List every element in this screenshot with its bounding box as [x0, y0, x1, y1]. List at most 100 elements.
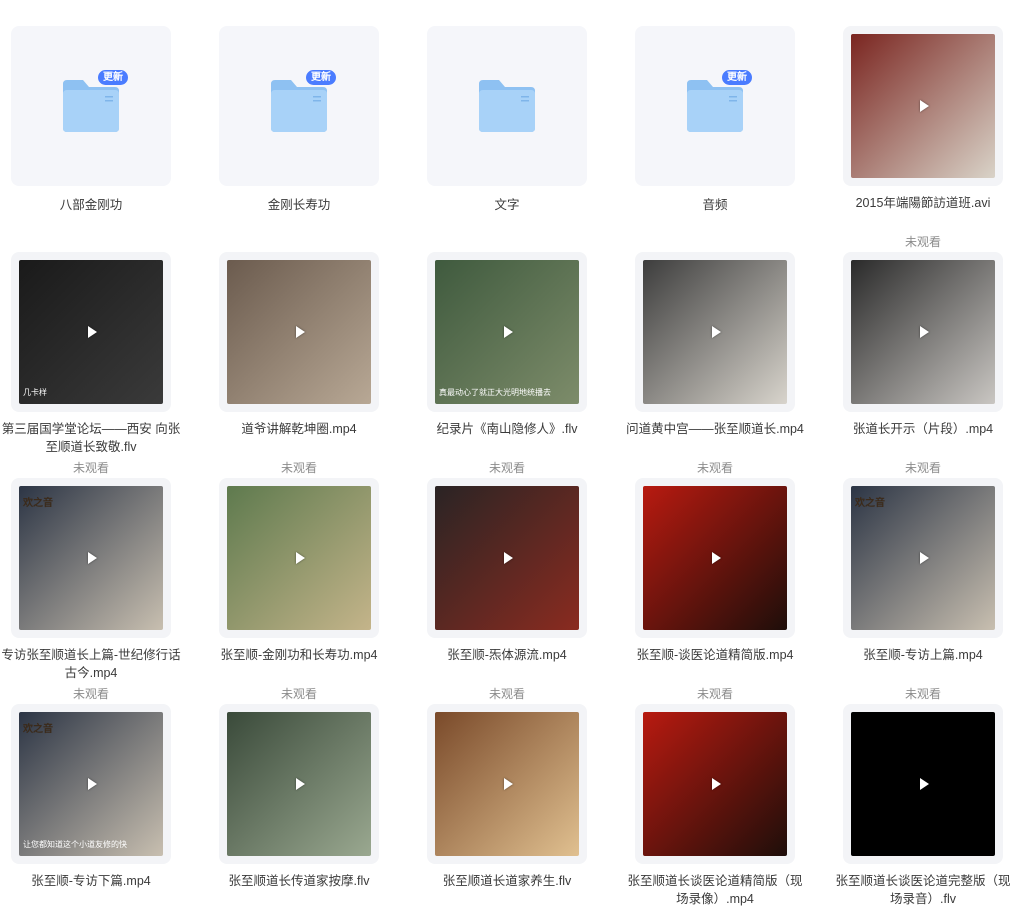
video-thumbnail[interactable]: [219, 704, 379, 864]
play-icon: [296, 552, 305, 564]
file-name[interactable]: 张至顺道长谈医论道精简版（现场录像）.mp4: [624, 872, 806, 908]
subtitle-text: 几卡样: [23, 388, 47, 397]
video-frame: 几卡样: [19, 260, 163, 404]
file-name[interactable]: 音频: [624, 196, 806, 214]
video-frame: [227, 712, 371, 856]
video-thumbnail[interactable]: [427, 704, 587, 864]
video-thumbnail[interactable]: 欢之音让您都知道这个小道友修的快: [11, 704, 171, 864]
subtitle-text: 让您都知道这个小道友修的快: [23, 840, 127, 849]
watch-status: 未观看: [488, 461, 525, 475]
folder-thumbnail[interactable]: 更新: [11, 26, 171, 186]
file-name[interactable]: 张至顺-专访下篇.mp4: [0, 872, 182, 890]
folder-item[interactable]: 更新 金刚长寿功: [208, 26, 408, 246]
folder-item[interactable]: 文字: [416, 26, 616, 246]
watch-status: 未观看: [72, 461, 109, 475]
folder-icon: [687, 80, 743, 132]
folder-thumbnail[interactable]: [427, 26, 587, 186]
video-item[interactable]: 张至顺道长道家养生.flv: [416, 704, 616, 924]
video-frame: [851, 260, 995, 404]
play-icon: [920, 100, 929, 112]
watch-status: 未观看: [280, 687, 317, 701]
file-name[interactable]: 文字: [416, 196, 598, 214]
video-item[interactable]: 张至顺-谈医论道精简版.mp4 未观看: [624, 478, 824, 701]
play-icon: [504, 778, 513, 790]
video-item[interactable]: 张至顺-炁体源流.mp4 未观看: [416, 478, 616, 701]
video-frame: [227, 486, 371, 630]
file-name[interactable]: 张至顺-谈医论道精简版.mp4: [624, 646, 806, 664]
play-icon: [88, 552, 97, 564]
folder-thumbnail[interactable]: 更新: [635, 26, 795, 186]
video-thumbnail[interactable]: 几卡样: [11, 252, 171, 412]
file-name[interactable]: 问道黄中宫——张至顺道长.mp4: [624, 420, 806, 438]
video-item[interactable]: 张道长开示（片段）.mp4 未观看: [832, 252, 1010, 475]
watch-status: 未观看: [904, 235, 941, 249]
video-item[interactable]: 问道黄中宫——张至顺道长.mp4 未观看: [624, 252, 824, 475]
video-thumbnail[interactable]: [635, 252, 795, 412]
file-name[interactable]: 纪录片《南山隐修人》.flv: [416, 420, 598, 438]
file-name[interactable]: 专访张至顺道长上篇-世纪修行话古今.mp4: [0, 646, 182, 682]
video-thumbnail[interactable]: [219, 478, 379, 638]
file-name[interactable]: 张道长开示（片段）.mp4: [832, 420, 1010, 438]
video-item[interactable]: 欢之音让您都知道这个小道友修的快张至顺-专访下篇.mp4: [0, 704, 200, 924]
file-name[interactable]: 张至顺-炁体源流.mp4: [416, 646, 598, 664]
video-frame: 欢之音: [851, 486, 995, 630]
video-frame: 欢之音让您都知道这个小道友修的快: [19, 712, 163, 856]
watermark-text: 欢之音: [23, 724, 53, 735]
file-name[interactable]: 张至顺道长谈医论道完整版（现场录音）.flv: [832, 872, 1010, 908]
play-icon: [88, 778, 97, 790]
video-item[interactable]: 欢之音专访张至顺道长上篇-世纪修行话古今.mp4 未观看: [0, 478, 200, 701]
video-frame: [851, 712, 995, 856]
video-item[interactable]: 张至顺-金刚功和长寿功.mp4 未观看: [208, 478, 408, 701]
video-item[interactable]: 几卡样第三届国学堂论坛——西安 向张至顺道长致敬.flv 未观看: [0, 252, 200, 475]
file-name[interactable]: 张至顺道长传道家按摩.flv: [208, 872, 390, 890]
video-thumbnail[interactable]: [843, 26, 1003, 186]
watch-status: 未观看: [72, 687, 109, 701]
video-frame: [435, 486, 579, 630]
folder-item[interactable]: 更新八部金刚功: [0, 26, 200, 246]
file-grid: 更新 八部金刚功 更新 金刚长寿功 文字 更新 音频 2015年端陽節訪道班.avi 未观看 几卡…: [0, 0, 1010, 908]
play-icon: [504, 552, 513, 564]
video-thumbnail[interactable]: [219, 252, 379, 412]
video-item[interactable]: 真最动心了就正大光明地统播去纪录片《南山隐修人》.flv 未观看: [416, 252, 616, 475]
file-name[interactable]: 张至顺道长道家养生.flv: [416, 872, 598, 890]
file-name[interactable]: 八部金刚功: [0, 196, 182, 214]
file-name[interactable]: 张至顺-专访上篇.mp4: [832, 646, 1010, 664]
video-item[interactable]: 欢之音 张至顺-专访上篇.mp4 未观看: [832, 478, 1010, 701]
watch-status: 未观看: [280, 461, 317, 475]
file-name[interactable]: 道爷讲解乾坤圈.mp4: [208, 420, 390, 438]
video-frame: [643, 260, 787, 404]
folder-item[interactable]: 更新 音频: [624, 26, 824, 246]
file-name[interactable]: 2015年端陽節訪道班.avi: [832, 194, 1010, 212]
file-name[interactable]: 张至顺-金刚功和长寿功.mp4: [208, 646, 390, 664]
file-name[interactable]: 第三届国学堂论坛——西安 向张至顺道长致敬.flv: [0, 420, 182, 456]
video-item[interactable]: 张至顺道长谈医论道完整版（现场录音）.flv: [832, 704, 1010, 924]
play-icon: [920, 778, 929, 790]
watch-status: 未观看: [696, 687, 733, 701]
watch-status: 未观看: [696, 461, 733, 475]
video-thumbnail[interactable]: [427, 478, 587, 638]
play-icon: [88, 326, 97, 338]
video-frame: [643, 486, 787, 630]
video-item[interactable]: 2015年端陽節訪道班.avi 未观看: [832, 26, 1010, 249]
video-thumbnail[interactable]: [635, 704, 795, 864]
folder-thumbnail[interactable]: 更新: [219, 26, 379, 186]
video-thumbnail[interactable]: 真最动心了就正大光明地统播去: [427, 252, 587, 412]
file-name[interactable]: 金刚长寿功: [208, 196, 390, 214]
video-item[interactable]: 道爷讲解乾坤圈.mp4 未观看: [208, 252, 408, 475]
video-frame: [851, 34, 995, 178]
video-item[interactable]: 张至顺道长谈医论道精简版（现场录像）.mp4: [624, 704, 824, 924]
watermark-text: 欢之音: [23, 498, 53, 509]
video-frame: [435, 712, 579, 856]
video-thumbnail[interactable]: [843, 252, 1003, 412]
video-item[interactable]: 张至顺道长传道家按摩.flv: [208, 704, 408, 924]
video-thumbnail[interactable]: 欢之音: [843, 478, 1003, 638]
play-icon: [712, 326, 721, 338]
play-icon: [504, 326, 513, 338]
video-frame: [643, 712, 787, 856]
play-icon: [712, 778, 721, 790]
video-thumbnail[interactable]: [843, 704, 1003, 864]
update-badge: 更新: [98, 70, 128, 85]
video-thumbnail[interactable]: [635, 478, 795, 638]
video-thumbnail[interactable]: 欢之音: [11, 478, 171, 638]
folder-icon: [479, 80, 535, 132]
